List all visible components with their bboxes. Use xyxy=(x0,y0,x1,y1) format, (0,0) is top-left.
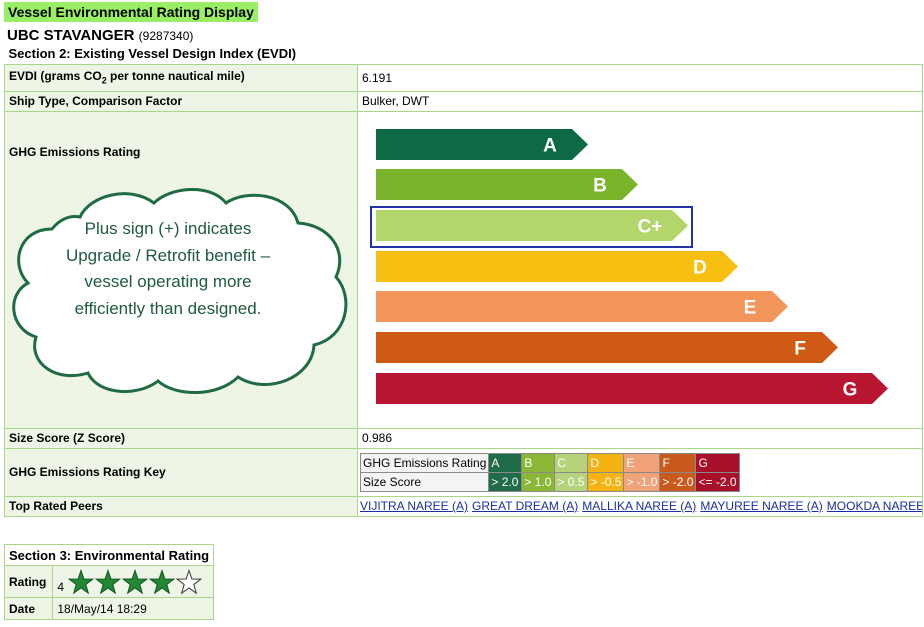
vessel-name: UBC STAVANGER xyxy=(7,27,135,44)
key-score-c: > 0.5 xyxy=(554,471,589,492)
star-filled-icon xyxy=(149,568,176,594)
peers-list: VIJITRA NAREE (A) GREAT DREAM (A) MALLIKA … xyxy=(357,495,923,517)
key-grade-d: D xyxy=(587,452,625,473)
rating-bar-label: F xyxy=(794,339,806,360)
rating-key-label: GHG Emissions Rating Key xyxy=(4,447,358,497)
key-grade-c: C xyxy=(554,452,589,473)
rating-value-cell: 4 xyxy=(52,565,215,598)
key-grade-a: A xyxy=(488,452,523,473)
key-score-b: > 1.0 xyxy=(521,471,556,492)
evdi-label: EVDI (grams CO2 per tonne nautical mile) xyxy=(4,63,358,92)
key-grade-e: E xyxy=(623,452,661,473)
key-score-d: > -0.5 xyxy=(587,471,625,492)
page-title: Vessel Environmental Rating Display xyxy=(4,2,258,22)
rating-stars xyxy=(67,568,203,594)
peer-link[interactable]: GREAT DREAM (A) xyxy=(472,499,578,513)
rating-bar-label: A xyxy=(543,135,557,156)
key-grade-row-label: GHG Emissions Rating xyxy=(359,452,490,473)
rating-bar-f: F xyxy=(376,332,838,363)
key-grade-g: G xyxy=(695,452,740,473)
rating-bar-d: D xyxy=(376,250,738,282)
evdi-value: 6.191 xyxy=(357,63,923,92)
key-score-a: > 2.0 xyxy=(488,471,523,492)
key-score-e: > -1.0 xyxy=(623,471,661,492)
callout-text: Plus sign (+) indicates Upgrade / Retrof… xyxy=(65,219,271,318)
rating-bar-a: A xyxy=(376,128,588,160)
rating-bar-label: B xyxy=(593,176,607,197)
rating-key-cell: GHG Emissions Rating ABCDEFG Size Score … xyxy=(357,447,923,497)
rating-bar-label: G xyxy=(843,379,858,400)
peer-link[interactable]: MALLIKA NAREE (A) xyxy=(582,499,696,513)
rating-label: Rating xyxy=(3,565,54,598)
peer-link[interactable]: MOOKDA NAREE (A) xyxy=(827,499,922,513)
size-score-label: Size Score (Z Score) xyxy=(4,427,358,449)
key-score-f: > -2.0 xyxy=(659,471,697,492)
vessel-heading: UBC STAVANGER (9287340) xyxy=(7,27,193,45)
section2-heading: Section 2: Existing Vessel Design Index … xyxy=(4,44,923,65)
rating-bar-b: B xyxy=(376,169,638,201)
ghg-rating-bars: A B C+ D E F G xyxy=(359,112,922,427)
environmental-rating-table: Section 3: Environmental Rating Rating 4… xyxy=(3,544,215,620)
ship-type-value: Bulker, DWT xyxy=(357,90,923,112)
peers-label: Top Rated Peers xyxy=(4,495,358,517)
rating-bar-label: E xyxy=(744,298,757,319)
date-value: 18/May/14 18:29 xyxy=(52,597,215,620)
size-score-value: 0.986 xyxy=(357,427,923,449)
star-filled-icon xyxy=(95,568,122,594)
vessel-imo: (9287340) xyxy=(138,29,194,43)
date-label: Date xyxy=(3,597,54,620)
peer-link[interactable]: MAYUREE NAREE (A) xyxy=(700,499,822,513)
ship-type-label: Ship Type, Comparison Factor xyxy=(4,90,358,112)
star-filled-icon xyxy=(122,568,149,594)
rating-bar-c-plus: C+ xyxy=(376,209,688,241)
star-filled-icon xyxy=(68,568,95,594)
key-score-g: <= -2.0 xyxy=(695,471,740,492)
rating-bar-e: E xyxy=(376,291,788,323)
rating-value: 4 xyxy=(57,579,65,594)
rating-bar-label: D xyxy=(693,257,707,278)
peer-link[interactable]: VIJITRA NAREE (A) xyxy=(360,499,468,513)
rating-key-table: GHG Emissions Rating ABCDEFG Size Score … xyxy=(359,452,740,492)
key-grade-f: F xyxy=(659,452,697,473)
rating-bar-label: C+ xyxy=(638,216,663,237)
rating-bar-g: G xyxy=(376,372,888,404)
star-empty-icon xyxy=(176,568,203,594)
ghg-rating-cell: A B C+ D E F G xyxy=(357,110,923,429)
section3-heading: Section 3: Environmental Rating xyxy=(3,544,215,566)
key-score-row-label: Size Score xyxy=(359,471,490,492)
key-grade-b: B xyxy=(521,452,556,473)
